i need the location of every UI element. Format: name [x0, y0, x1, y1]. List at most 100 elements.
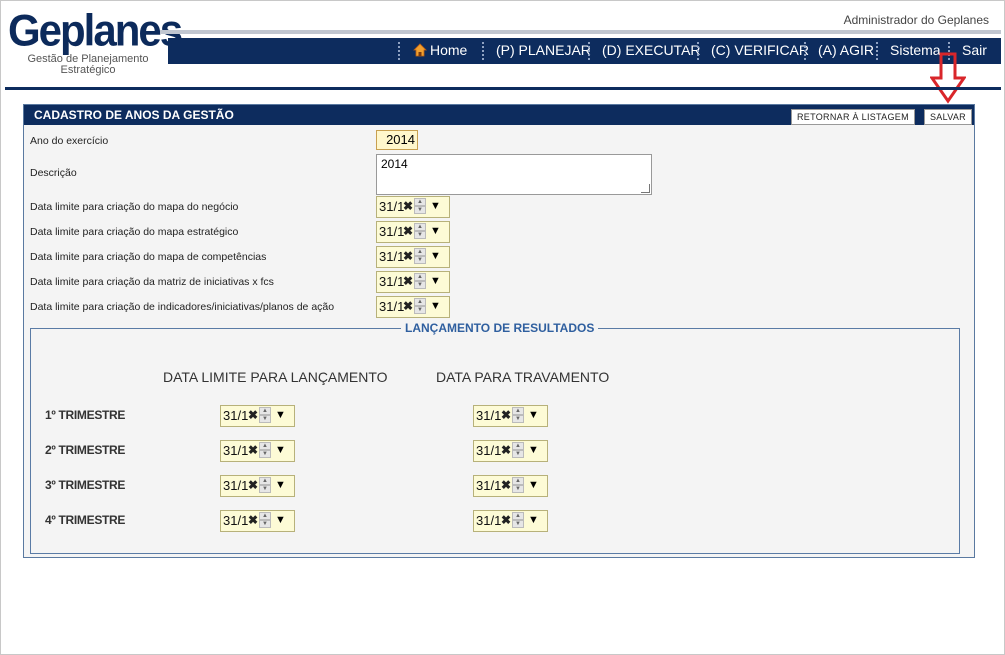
date-picker[interactable]: 31/1 ✖ ▲ ▼ ▼ [376, 296, 450, 318]
spin-up-icon[interactable]: ▲ [512, 477, 524, 485]
nav-executar[interactable]: (D) EXECUTAR [602, 42, 701, 58]
spin-down-icon[interactable]: ▼ [259, 450, 271, 458]
dropdown-arrow-icon[interactable]: ▼ [274, 512, 287, 529]
spin-up-icon[interactable]: ▲ [414, 248, 426, 256]
date-spinner[interactable]: ▲ ▼ [512, 477, 524, 494]
data-limite-picker[interactable]: 31/1 ✖ ▲ ▼ ▼ [220, 440, 295, 462]
spin-down-icon[interactable]: ▼ [414, 281, 426, 289]
spin-down-icon[interactable]: ▼ [512, 450, 524, 458]
clear-icon[interactable]: ✖ [501, 478, 511, 492]
date-spinner[interactable]: ▲ ▼ [414, 248, 426, 265]
date-spinner[interactable]: ▲ ▼ [259, 512, 271, 529]
clear-icon[interactable]: ✖ [248, 443, 258, 457]
date-spinner[interactable]: ▲ ▼ [512, 442, 524, 459]
date-picker[interactable]: 31/1 ✖ ▲ ▼ ▼ [376, 196, 450, 218]
date-picker[interactable]: 31/1 ✖ ▲ ▼ ▼ [376, 271, 450, 293]
date-spinner[interactable]: ▲ ▼ [414, 198, 426, 215]
date-spinner[interactable]: ▲ ▼ [259, 407, 271, 424]
dropdown-arrow-icon[interactable]: ▼ [527, 442, 540, 459]
date-picker[interactable]: 31/1 ✖ ▲ ▼ ▼ [376, 246, 450, 268]
date-spinner[interactable]: ▲ ▼ [512, 407, 524, 424]
data-limite-picker[interactable]: 31/1 ✖ ▲ ▼ ▼ [220, 510, 295, 532]
date-spinner[interactable]: ▲ ▼ [414, 223, 426, 240]
trimestre-label: 3º TRIMESTRE [45, 478, 126, 492]
clear-icon[interactable]: ✖ [403, 224, 413, 238]
spin-up-icon[interactable]: ▲ [259, 407, 271, 415]
data-travamento-picker[interactable]: 31/1 ✖ ▲ ▼ ▼ [473, 475, 548, 497]
dropdown-arrow-icon[interactable]: ▼ [429, 198, 442, 215]
date-row-label: Data limite para criação do mapa do negó… [30, 201, 239, 213]
data-limite-picker[interactable]: 31/1 ✖ ▲ ▼ ▼ [220, 475, 295, 497]
dropdown-arrow-icon[interactable]: ▼ [527, 477, 540, 494]
clear-icon[interactable]: ✖ [248, 513, 258, 527]
date-picker[interactable]: 31/1 ✖ ▲ ▼ ▼ [376, 221, 450, 243]
clear-icon[interactable]: ✖ [248, 478, 258, 492]
spin-up-icon[interactable]: ▲ [414, 198, 426, 206]
ano-input[interactable]: 2014 [376, 130, 418, 150]
clear-icon[interactable]: ✖ [403, 199, 413, 213]
dropdown-arrow-icon[interactable]: ▼ [274, 442, 287, 459]
dropdown-arrow-icon[interactable]: ▼ [527, 407, 540, 424]
data-travamento-picker[interactable]: 31/1 ✖ ▲ ▼ ▼ [473, 510, 548, 532]
dropdown-arrow-icon[interactable]: ▼ [274, 407, 287, 424]
clear-icon[interactable]: ✖ [501, 443, 511, 457]
nav-planejar[interactable]: (P) PLANEJAR [496, 42, 591, 58]
dropdown-arrow-icon[interactable]: ▼ [429, 273, 442, 290]
retornar-listagem-button[interactable]: RETORNAR À LISTAGEM [791, 109, 915, 125]
dropdown-arrow-icon[interactable]: ▼ [527, 512, 540, 529]
clear-icon[interactable]: ✖ [248, 408, 258, 422]
spin-down-icon[interactable]: ▼ [512, 415, 524, 423]
date-value: 31/1 [379, 299, 405, 314]
spin-up-icon[interactable]: ▲ [414, 223, 426, 231]
date-row-label: Data limite para criação da matriz de in… [30, 276, 274, 288]
spin-up-icon[interactable]: ▲ [259, 477, 271, 485]
date-spinner[interactable]: ▲ ▼ [259, 442, 271, 459]
data-travamento-picker[interactable]: 31/1 ✖ ▲ ▼ ▼ [473, 440, 548, 462]
data-travamento-picker[interactable]: 31/1 ✖ ▲ ▼ ▼ [473, 405, 548, 427]
date-spinner[interactable]: ▲ ▼ [414, 298, 426, 315]
spin-down-icon[interactable]: ▼ [512, 485, 524, 493]
spin-down-icon[interactable]: ▼ [512, 520, 524, 528]
date-spinner[interactable]: ▲ ▼ [259, 477, 271, 494]
descricao-textarea[interactable]: 2014 [376, 154, 652, 195]
spin-down-icon[interactable]: ▼ [414, 306, 426, 314]
resize-handle[interactable] [641, 184, 650, 193]
spin-down-icon[interactable]: ▼ [414, 231, 426, 239]
clear-icon[interactable]: ✖ [403, 299, 413, 313]
dropdown-arrow-icon[interactable]: ▼ [429, 223, 442, 240]
clear-icon[interactable]: ✖ [501, 408, 511, 422]
date-spinner[interactable]: ▲ ▼ [512, 512, 524, 529]
spin-up-icon[interactable]: ▲ [414, 298, 426, 306]
nav-separator [398, 42, 400, 60]
spin-up-icon[interactable]: ▲ [259, 442, 271, 450]
dropdown-arrow-icon[interactable]: ▼ [429, 298, 442, 315]
spin-down-icon[interactable]: ▼ [259, 415, 271, 423]
spin-down-icon[interactable]: ▼ [414, 256, 426, 264]
salvar-button[interactable]: SALVAR [924, 109, 972, 125]
clear-icon[interactable]: ✖ [403, 274, 413, 288]
clear-icon[interactable]: ✖ [403, 249, 413, 263]
nav-separator [876, 42, 878, 60]
date-value: 31/1 [223, 478, 249, 493]
nav-verificar[interactable]: (C) VERIFICAR [711, 42, 809, 58]
date-value: 31/1 [223, 513, 249, 528]
spin-up-icon[interactable]: ▲ [512, 407, 524, 415]
nav-home[interactable]: Home [413, 42, 467, 58]
spin-down-icon[interactable]: ▼ [259, 520, 271, 528]
nav-agir[interactable]: (A) AGIR [818, 42, 874, 58]
spin-up-icon[interactable]: ▲ [259, 512, 271, 520]
clear-icon[interactable]: ✖ [501, 513, 511, 527]
date-value: 31/1 [476, 478, 502, 493]
spin-up-icon[interactable]: ▲ [512, 512, 524, 520]
date-spinner[interactable]: ▲ ▼ [414, 273, 426, 290]
spin-up-icon[interactable]: ▲ [414, 273, 426, 281]
dropdown-arrow-icon[interactable]: ▼ [274, 477, 287, 494]
spin-up-icon[interactable]: ▲ [512, 442, 524, 450]
date-value: 31/1 [379, 274, 405, 289]
date-value: 31/1 [223, 443, 249, 458]
data-limite-picker[interactable]: 31/1 ✖ ▲ ▼ ▼ [220, 405, 295, 427]
panel-title: CADASTRO DE ANOS DA GESTÃO [34, 108, 234, 122]
spin-down-icon[interactable]: ▼ [259, 485, 271, 493]
dropdown-arrow-icon[interactable]: ▼ [429, 248, 442, 265]
spin-down-icon[interactable]: ▼ [414, 206, 426, 214]
